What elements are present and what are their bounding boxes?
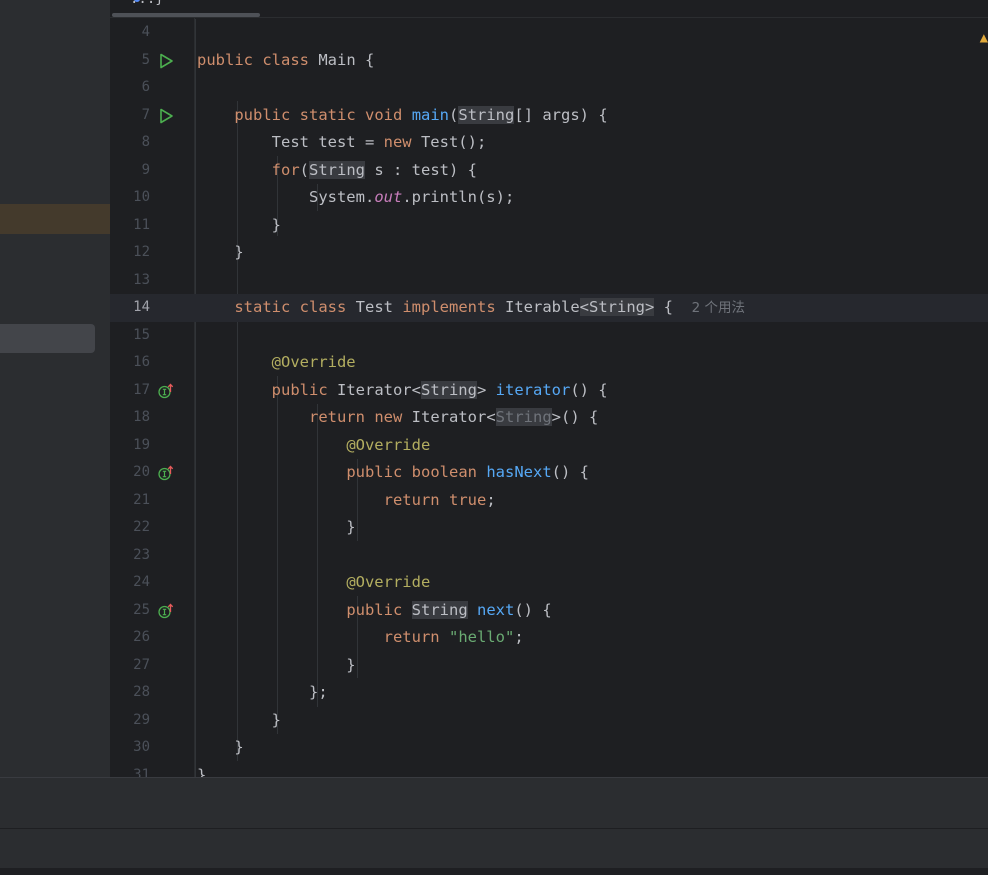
line-number: 16: [133, 354, 150, 370]
line-number: 7: [141, 106, 150, 123]
line-number: 14: [133, 299, 150, 315]
code-text: }: [197, 518, 356, 536]
code-text: return "hello";: [383, 628, 524, 646]
line-number: 8: [141, 134, 150, 150]
code-line[interactable]: 12 }: [110, 239, 988, 267]
code-text: }: [197, 243, 244, 261]
code-line[interactable]: 22 }: [110, 514, 988, 542]
code-text: }: [197, 710, 281, 729]
code-text: static class Test implements Iterable<St…: [234, 298, 746, 316]
line-number: 5: [141, 51, 150, 68]
implements-method-icon[interactable]: [158, 383, 174, 399]
code-text: }: [197, 765, 207, 778]
editor-tab-strip: ...}: [110, 0, 988, 18]
sidebar-selected-row[interactable]: [0, 204, 110, 234]
code-text: for(String s : test) {: [271, 160, 477, 179]
code-line[interactable]: 16 @Override: [110, 349, 988, 377]
code-line[interactable]: 15: [110, 322, 988, 350]
code-line[interactable]: 13: [110, 267, 988, 295]
code-line-current[interactable]: 14 static class Test implements Iterable…: [110, 294, 988, 322]
code-line[interactable]: 19 @Override: [110, 432, 988, 460]
line-number: 13: [133, 271, 150, 288]
line-number: 29: [133, 711, 150, 728]
line-number: 22: [133, 519, 150, 535]
line-number: 23: [133, 546, 150, 563]
code-line[interactable]: 24 @Override: [110, 569, 988, 597]
code-line[interactable]: 27 }: [110, 652, 988, 680]
code-text: public Iterator<String> iterator() {: [271, 380, 608, 399]
line-number: 24: [133, 574, 150, 590]
code-text: public String next() {: [346, 600, 552, 619]
code-line[interactable]: 21 return true;: [110, 487, 988, 515]
line-number: 4: [141, 24, 150, 40]
code-line[interactable]: 5 public class Main {: [110, 47, 988, 75]
line-number: 15: [133, 326, 150, 343]
code-text: return new Iterator<String>() {: [308, 408, 599, 426]
code-text: }: [197, 738, 244, 756]
bottom-panel: [0, 777, 988, 828]
code-line[interactable]: 11 }: [110, 212, 988, 240]
line-number: 18: [133, 409, 150, 425]
line-number: 21: [133, 491, 150, 508]
code-text: public boolean hasNext() {: [346, 463, 589, 481]
code-line[interactable]: 7 public static void main(String[] args)…: [110, 102, 988, 130]
run-icon[interactable]: [158, 53, 174, 69]
sidebar-highlight-row[interactable]: [0, 324, 95, 353]
code-line[interactable]: 23: [110, 542, 988, 570]
code-text: @Override: [346, 573, 431, 591]
window-bottom-edge: [0, 868, 988, 875]
implements-method-icon[interactable]: [158, 603, 174, 619]
code-text: };: [197, 683, 328, 701]
code-text: @Override: [346, 435, 431, 454]
line-number: 10: [133, 189, 150, 205]
code-line[interactable]: 10 System.out.println(s);: [110, 184, 988, 212]
code-text: public static void main(String[] args) {: [234, 105, 608, 124]
code-line[interactable]: 29 }: [110, 707, 988, 735]
line-number: 30: [133, 739, 150, 755]
code-text: Test test = new Test();: [197, 133, 487, 151]
code-line[interactable]: 30 }: [110, 734, 988, 762]
code-text: @Override: [271, 353, 356, 371]
code-line[interactable]: 25 public String next() {: [110, 597, 988, 625]
editor-tab-label[interactable]: ...}: [130, 0, 164, 7]
line-number: 20: [133, 464, 150, 480]
line-number: 6: [141, 79, 150, 95]
line-number: 31: [133, 766, 150, 778]
code-line[interactable]: 9 for(String s : test) {: [110, 157, 988, 185]
code-line[interactable]: 31 }: [110, 762, 988, 778]
run-icon[interactable]: [158, 108, 174, 124]
line-number: 27: [133, 656, 150, 673]
code-line[interactable]: 8 Test test = new Test();: [110, 129, 988, 157]
line-number: 11: [133, 216, 150, 233]
project-sidebar: [0, 0, 110, 777]
code-text: }: [197, 215, 281, 234]
code-text: return true;: [383, 490, 496, 509]
code-line[interactable]: 17 public Iterator<String> iterator() {: [110, 377, 988, 405]
code-line[interactable]: 6: [110, 74, 988, 102]
status-bar: [0, 828, 988, 869]
code-line[interactable]: 18 return new Iterator<String>() {: [110, 404, 988, 432]
line-number: 19: [133, 436, 150, 453]
line-number: 28: [133, 684, 150, 700]
code-line[interactable]: 28 };: [110, 679, 988, 707]
line-number: 9: [141, 161, 150, 178]
active-tab-indicator: [112, 13, 260, 17]
line-number: 26: [133, 629, 150, 645]
implements-method-icon[interactable]: [158, 465, 174, 481]
code-text: System.out.println(s);: [197, 188, 515, 206]
line-number: 17: [133, 381, 150, 398]
code-editor[interactable]: ...} ▲ 4 5 public class Main { 6 7 publi…: [110, 0, 988, 777]
line-number: 12: [133, 244, 150, 260]
line-number: 25: [133, 601, 150, 618]
code-line[interactable]: 20 public boolean hasNext() {: [110, 459, 988, 487]
code-text: }: [197, 655, 356, 674]
code-text: public class Main {: [197, 50, 375, 69]
code-line[interactable]: 4: [110, 19, 988, 47]
code-line[interactable]: 26 return "hello";: [110, 624, 988, 652]
